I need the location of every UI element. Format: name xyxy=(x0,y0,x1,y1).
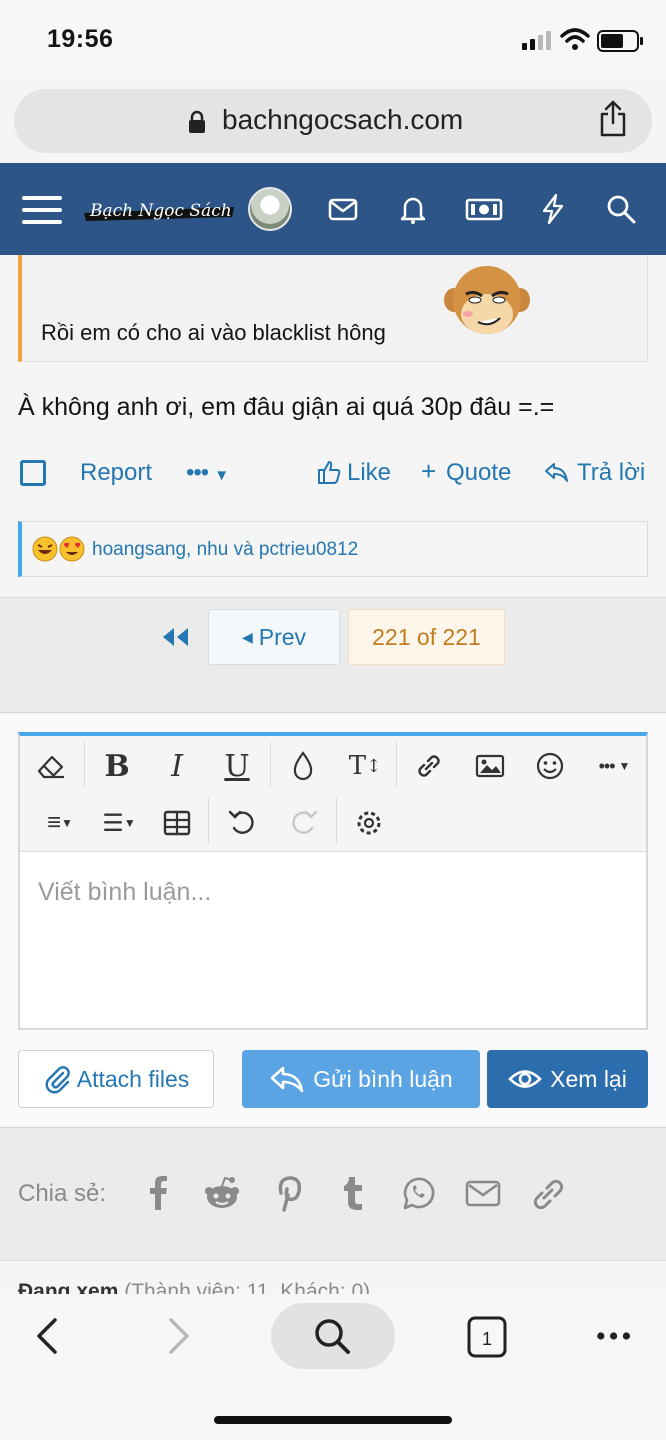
smiley-icon[interactable] xyxy=(533,749,567,783)
page-indicator[interactable]: 221 of 221 xyxy=(348,609,505,665)
list-button[interactable]: ☰ ▼ xyxy=(94,806,144,840)
battery-icon xyxy=(597,30,643,52)
inbox-icon[interactable] xyxy=(326,192,360,226)
quote-button[interactable]: Quote xyxy=(446,459,511,487)
lightning-icon[interactable] xyxy=(536,192,570,226)
laughing-emoji-icon xyxy=(32,536,58,562)
thumbs-up-icon[interactable] xyxy=(316,459,342,485)
undo-icon[interactable] xyxy=(226,806,260,840)
italic-button[interactable]: I xyxy=(160,749,194,784)
tumblr-icon[interactable] xyxy=(336,1174,372,1212)
back-icon[interactable] xyxy=(28,1314,68,1358)
search-icon[interactable] xyxy=(312,1316,352,1360)
reply-input-placeholder[interactable]: Viết bình luận... xyxy=(38,878,211,907)
quote-text: Rồi em có cho ai vào blacklist hông xyxy=(41,320,386,345)
url-text[interactable]: bachngocsach.com xyxy=(222,104,463,136)
preview-button[interactable]: Xem lại xyxy=(487,1050,648,1108)
cellular-signal-icon xyxy=(522,31,551,50)
image-icon[interactable] xyxy=(473,749,507,783)
reply-icon xyxy=(270,1066,304,1093)
avatar[interactable] xyxy=(248,187,292,231)
settings-icon[interactable] xyxy=(352,806,386,840)
font-size-button[interactable]: T ↕ xyxy=(340,749,390,783)
currency-icon[interactable] xyxy=(465,192,503,226)
heart-eyes-emoji-icon xyxy=(59,536,85,562)
bold-button[interactable]: B xyxy=(100,749,134,784)
eraser-icon[interactable] xyxy=(34,749,68,783)
align-button[interactable]: ≡ ▼ xyxy=(36,806,84,840)
prev-page-button[interactable]: ◀ Prev xyxy=(208,609,340,665)
color-drop-icon[interactable] xyxy=(286,749,320,783)
search-icon[interactable] xyxy=(604,192,638,226)
svg-text:1: 1 xyxy=(482,1329,492,1349)
wifi-icon xyxy=(560,28,590,50)
share-icon[interactable] xyxy=(598,99,628,137)
report-link[interactable]: Report xyxy=(80,459,152,487)
share-label: Chia sẻ: xyxy=(18,1180,107,1207)
more-icon[interactable] xyxy=(596,1314,636,1358)
attach-files-button[interactable]: Attach files xyxy=(18,1050,214,1108)
reactions-users[interactable]: hoangsang, nhu và pctrieu0812 xyxy=(92,539,358,561)
lock-icon xyxy=(189,110,205,133)
bell-icon[interactable] xyxy=(396,192,430,226)
link-icon[interactable] xyxy=(530,1174,566,1212)
reddit-icon[interactable] xyxy=(204,1174,240,1212)
eye-icon xyxy=(508,1070,542,1088)
redo-icon[interactable] xyxy=(286,806,320,840)
facebook-icon[interactable] xyxy=(140,1174,176,1212)
plus-icon[interactable]: + xyxy=(421,456,436,487)
underline-button[interactable]: U xyxy=(220,749,254,784)
caret-left-icon: ◀ xyxy=(241,628,253,645)
reply-icon[interactable] xyxy=(543,459,569,485)
first-page-icon[interactable] xyxy=(160,625,192,649)
viewing-info: Đang xem (Thành viên: 11, Khách: 0) xyxy=(18,1280,371,1294)
paperclip-icon xyxy=(45,1066,70,1094)
svg-text:Bạch Ngọc Sách: Bạch Ngọc Sách xyxy=(89,201,232,221)
more-tools-button[interactable]: ••• ▼ xyxy=(590,749,638,783)
post-body: À không anh ơi, em đâu giận ai quá 30p đ… xyxy=(18,393,555,421)
forward-icon[interactable] xyxy=(158,1314,198,1358)
tabs-icon[interactable]: 1 xyxy=(467,1316,507,1360)
home-indicator xyxy=(214,1416,452,1424)
more-actions-button[interactable]: ••• ▼ xyxy=(186,459,229,487)
menu-icon[interactable] xyxy=(22,196,62,226)
site-logo[interactable]: Bạch Ngọc Sách xyxy=(84,193,234,225)
link-icon[interactable] xyxy=(412,749,446,783)
whatsapp-icon[interactable] xyxy=(400,1174,436,1212)
select-checkbox[interactable] xyxy=(20,460,46,486)
send-comment-button[interactable]: Gửi bình luận xyxy=(242,1050,480,1108)
email-icon[interactable] xyxy=(465,1174,501,1212)
table-icon[interactable] xyxy=(160,806,194,840)
like-button[interactable]: Like xyxy=(347,459,391,487)
pinterest-icon[interactable] xyxy=(270,1174,306,1212)
reply-button[interactable]: Trả lời xyxy=(577,459,645,487)
status-time: 19:56 xyxy=(47,25,114,53)
monkey-emoticon xyxy=(444,266,530,334)
